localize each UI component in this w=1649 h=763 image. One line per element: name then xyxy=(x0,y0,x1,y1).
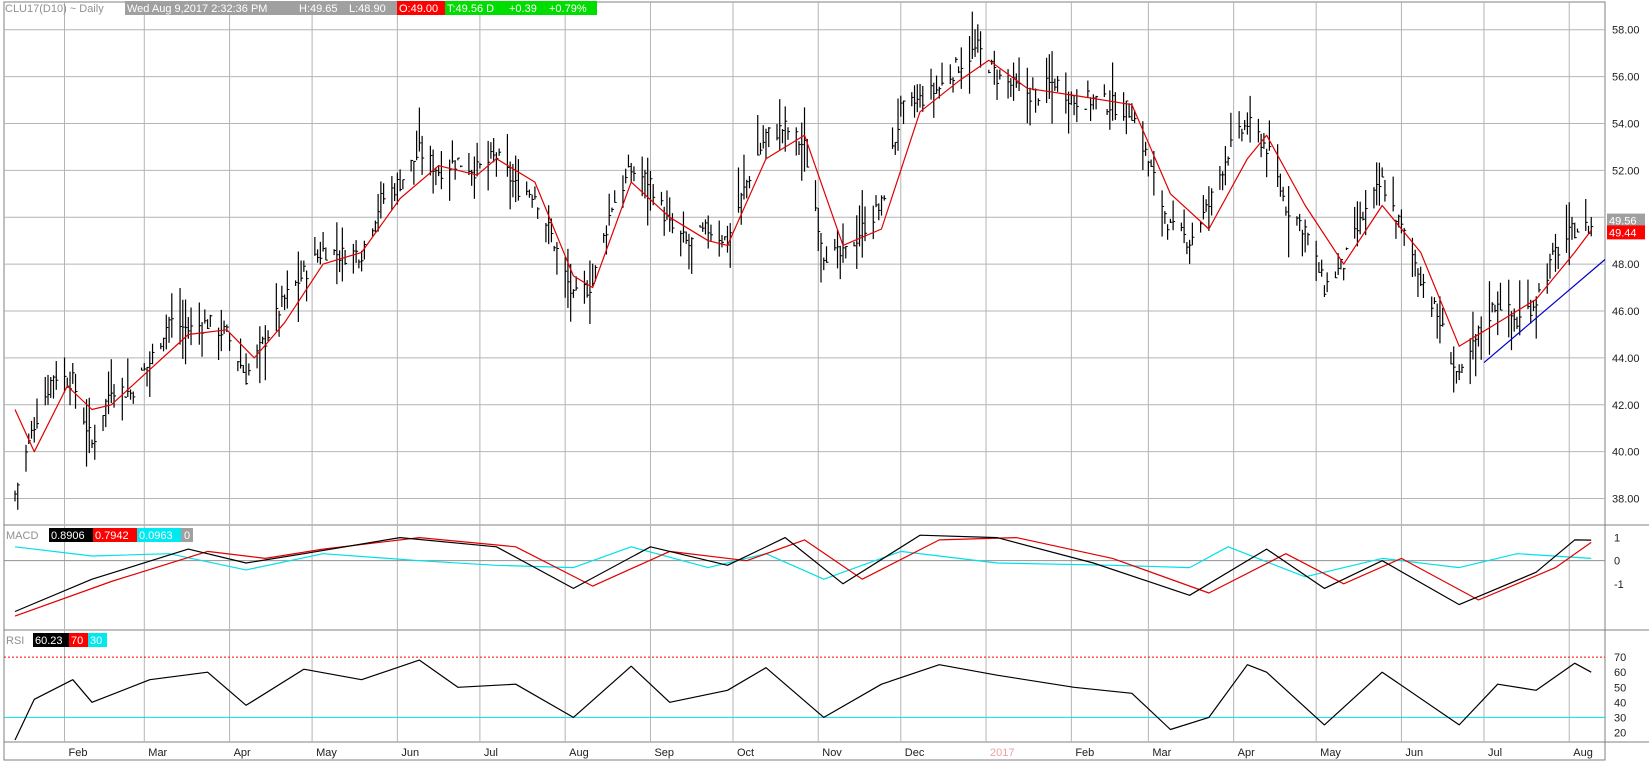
macd-tick-label: 0 xyxy=(1614,556,1620,568)
x-tick-label: Mar xyxy=(148,747,167,759)
price-tick-label: 40.00 xyxy=(1612,447,1640,459)
price-tick-label: 44.00 xyxy=(1612,353,1640,365)
x-tick-label: Aug xyxy=(1573,747,1593,759)
rsi-tick-label: 70 xyxy=(1614,652,1626,664)
x-tick-label: 2017 xyxy=(990,747,1014,759)
x-tick-label: May xyxy=(1320,747,1341,759)
x-tick-label: Jul xyxy=(484,747,498,759)
macd-legend: MACD 0.8906 0.7942 0.0963 0 xyxy=(6,528,193,542)
high-label: H:49.65 xyxy=(299,3,338,15)
x-tick-label: Feb xyxy=(69,747,88,759)
macd-tick-label: 1 xyxy=(1614,533,1620,545)
price-tick-label: 38.00 xyxy=(1612,494,1640,506)
x-tick-label: Jul xyxy=(1488,747,1502,759)
rsi-70-value: 70 xyxy=(71,635,83,647)
x-tick-label: Apr xyxy=(1238,747,1255,759)
macd-zero-value: 0 xyxy=(184,530,190,542)
rsi-tick-label: 20 xyxy=(1614,727,1626,739)
x-tick-label: May xyxy=(316,747,337,759)
price-tick-label: 56.00 xyxy=(1612,72,1640,84)
macd-value: 0.8906 xyxy=(51,530,85,542)
x-tick-label: Dec xyxy=(905,747,925,759)
x-tick-label: Sep xyxy=(654,747,674,759)
x-tick-label: Jun xyxy=(401,747,419,759)
rsi-tick-label: 30 xyxy=(1614,712,1626,724)
macd-tick-label: -1 xyxy=(1614,579,1624,591)
rsi-title: RSI xyxy=(6,635,24,647)
rsi-tick-label: 60 xyxy=(1614,667,1626,679)
macd-signal-value: 0.7942 xyxy=(95,530,129,542)
change-label: +0.39 xyxy=(509,3,537,15)
price-tick-label: 54.00 xyxy=(1612,118,1640,130)
x-tick-label: Oct xyxy=(737,747,754,759)
header-bar: CLU17(D10) ~ Daily Wed Aug 9,2017 2:32:3… xyxy=(5,1,597,15)
x-tick-label: Mar xyxy=(1152,747,1171,759)
x-tick-label: Apr xyxy=(234,747,251,759)
futures-chart[interactable]: Feb Mar Apr May Jun Jul Aug Sep Oct Nov Dec 2017 Feb… xyxy=(0,0,1649,763)
rsi-30-value: 30 xyxy=(90,635,102,647)
rsi-tick-label: 50 xyxy=(1614,682,1626,694)
x-tick-label: Aug xyxy=(569,747,589,759)
symbol-label: CLU17(D10) ~ Daily xyxy=(5,3,104,15)
rsi-legend: RSI 60.23 70 30 xyxy=(6,633,107,647)
macd-title: MACD xyxy=(6,530,38,542)
low-label: L:48.90 xyxy=(349,3,386,15)
macd-hist-value: 0.0963 xyxy=(139,530,173,542)
date-time-label: Wed Aug 9,2017 2:32:36 PM xyxy=(127,3,267,15)
price-tick-label: 48.00 xyxy=(1612,259,1640,271)
price-tick-label: 58.00 xyxy=(1612,25,1640,37)
ma-price-tag: 49.44 xyxy=(1607,225,1645,240)
price-tick-label: 46.00 xyxy=(1612,306,1640,318)
pct-label: +0.79% xyxy=(549,3,587,15)
x-tick-label: Nov xyxy=(822,747,842,759)
rsi-value: 60.23 xyxy=(35,635,63,647)
ma-price-tag-text: 49.44 xyxy=(1609,227,1637,239)
last-label: T:49.56 D xyxy=(447,3,494,15)
price-tick-label: 42.00 xyxy=(1612,400,1640,412)
x-tick-label: Jun xyxy=(1405,747,1423,759)
price-tick-label: 52.00 xyxy=(1612,165,1640,177)
rsi-tick-label: 40 xyxy=(1614,697,1626,709)
open-label: O:49.00 xyxy=(399,3,438,15)
x-tick-label: Feb xyxy=(1075,747,1094,759)
